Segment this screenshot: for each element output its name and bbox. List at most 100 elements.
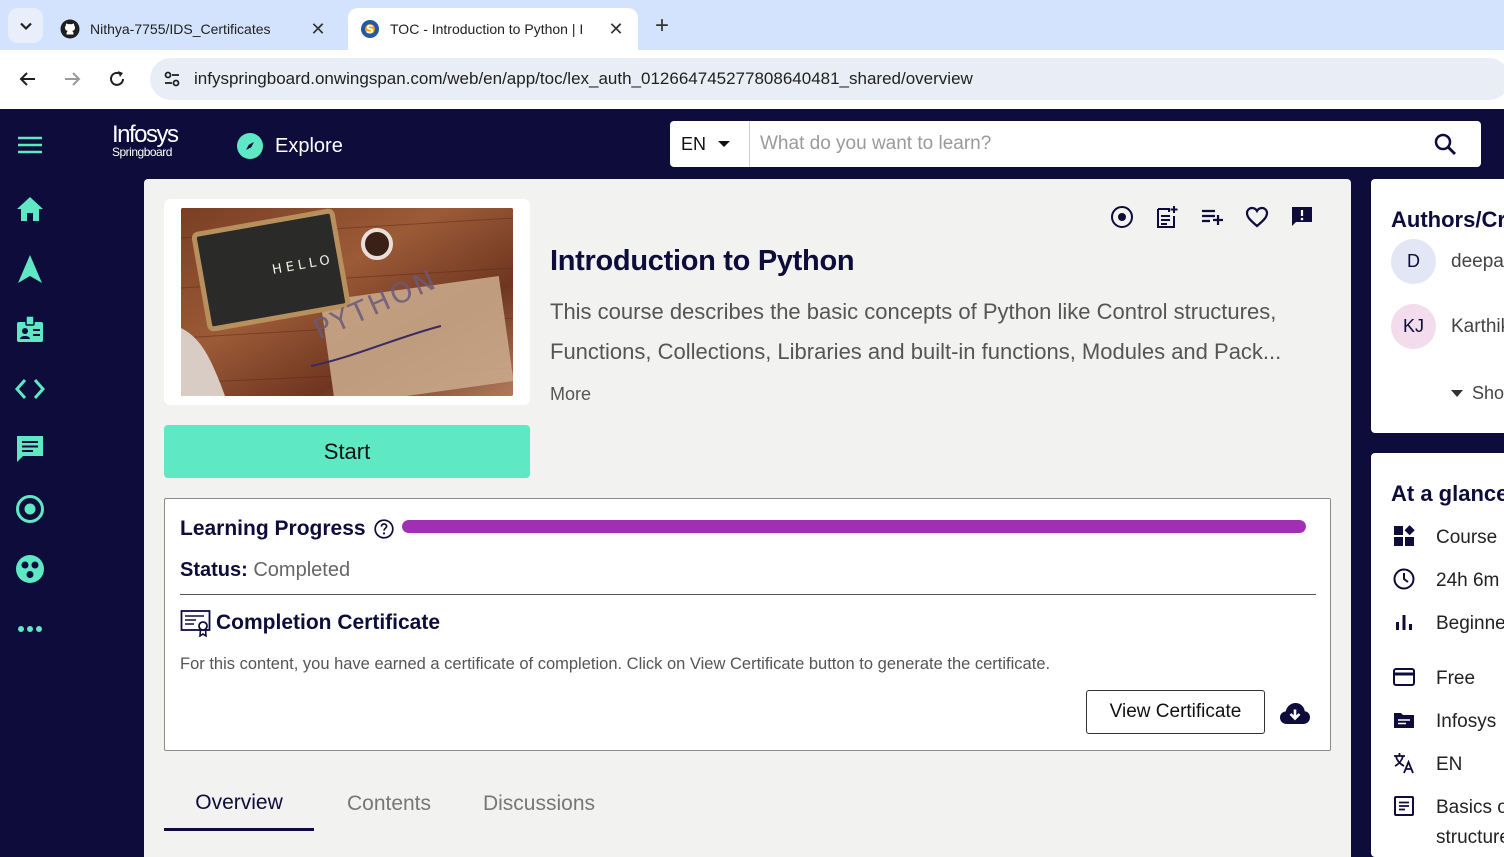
thumbnail-text-hello: HELLO [271, 252, 335, 278]
avatar: D [1391, 239, 1436, 284]
goal-icon[interactable] [1110, 205, 1134, 229]
folder-icon [1391, 707, 1417, 733]
course-image: HELLO PYTHON [181, 208, 513, 396]
view-certificate-button[interactable]: View Certificate [1086, 690, 1265, 734]
infosys-springboard-logo[interactable]: Infosys Springboard [112, 121, 179, 159]
progress-bar-fill [402, 520, 1306, 533]
close-icon[interactable]: ✕ [308, 19, 328, 39]
home-icon[interactable] [12, 191, 48, 227]
add-note-icon[interactable] [1155, 205, 1179, 229]
reload-button[interactable] [102, 64, 132, 94]
chat-icon[interactable] [12, 431, 48, 467]
address-bar[interactable]: infyspringboard.onwingspan.com/web/en/ap… [150, 58, 1504, 100]
author-name: Karthik [1451, 315, 1504, 337]
card-icon [1391, 664, 1417, 690]
code-icon[interactable] [12, 371, 48, 407]
glance-item-price: Free [1391, 664, 1475, 694]
browser-tab-github[interactable]: Nithya-7755/IDS_Certificates ✕ [48, 8, 340, 50]
avatar: KJ [1391, 304, 1436, 349]
topics-icon [1391, 793, 1417, 819]
target-icon[interactable] [12, 491, 48, 527]
cloud-download-icon[interactable] [1279, 701, 1311, 727]
glance-item-provider: Infosys [1391, 707, 1496, 737]
site-info-icon[interactable] [150, 58, 194, 100]
glance-text: Beginner [1436, 613, 1504, 634]
learning-progress-card: Learning Progress Status: Completed Comp… [164, 498, 1331, 751]
tab-overview[interactable]: Overview [164, 777, 314, 831]
glance-item-type: Course [1391, 523, 1497, 553]
arrow-right-icon [65, 72, 81, 86]
springboard-favicon: S [360, 19, 380, 39]
certificate-icon [180, 610, 211, 637]
menu-icon[interactable] [12, 127, 48, 163]
status-line: Status: Completed [180, 559, 350, 582]
thumbnail-text-python: PYTHON [308, 262, 442, 346]
status-value: Completed [253, 559, 351, 581]
author-name: deepa [1451, 250, 1504, 272]
search-button[interactable] [1409, 121, 1481, 167]
divider [180, 594, 1316, 595]
progress-bar [402, 520, 1306, 533]
heart-icon[interactable] [1245, 205, 1269, 229]
logo-line1: Infosys [112, 121, 179, 148]
course-thumbnail: HELLO PYTHON [164, 199, 530, 405]
forward-button[interactable] [57, 64, 87, 94]
community-icon[interactable] [12, 551, 48, 587]
course-title: Introduction to Python [550, 245, 855, 277]
search-bar: EN [670, 121, 1481, 167]
glance-text: Basics of [1436, 797, 1504, 818]
glance-text: Infosys [1436, 711, 1497, 732]
clock-icon [1391, 566, 1417, 592]
help-icon[interactable] [373, 519, 394, 539]
caret-down-icon [718, 141, 731, 147]
browser-tab-active[interactable]: S TOC - Introduction to Python | I ✕ [348, 8, 638, 50]
badge-icon[interactable] [12, 311, 48, 347]
translate-icon [1391, 750, 1417, 776]
compass-icon [237, 133, 263, 159]
course-main-panel: HELLO PYTHON Start Introduction to Pytho… [144, 179, 1351, 857]
caret-down-icon [1451, 390, 1463, 397]
start-button[interactable]: Start [164, 425, 530, 478]
explore-link[interactable]: Explore [237, 133, 343, 159]
tab-contents[interactable]: Contents [314, 777, 464, 831]
glance-text-block: Basics of structures [1436, 793, 1504, 853]
github-icon [60, 19, 80, 39]
tab-list-button[interactable] [8, 8, 43, 43]
status-label: Status: [180, 559, 248, 581]
svg-text:S: S [366, 23, 374, 36]
feedback-icon[interactable] [1290, 205, 1314, 229]
search-icon [1434, 133, 1456, 155]
more-icon[interactable] [12, 611, 48, 647]
search-input[interactable] [750, 122, 1409, 166]
browser-tab-bar: Nithya-7755/IDS_Certificates ✕ S TOC - I… [0, 0, 1504, 50]
author-item[interactable]: KJ Karthik [1391, 304, 1504, 349]
logo-line2: Springboard [112, 145, 172, 159]
new-tab-button[interactable]: + [648, 12, 676, 40]
glance-text: 24h 6m [1436, 570, 1500, 591]
authors-panel: Authors/Creators D deepa KJ Karthik Show… [1371, 179, 1504, 433]
close-icon[interactable]: ✕ [606, 19, 626, 39]
language-select[interactable]: EN [670, 121, 750, 167]
tab-title: Nithya-7755/IDS_Certificates [90, 21, 271, 37]
course-actions [1110, 205, 1314, 229]
content-tabs: Overview Contents Discussions [164, 777, 614, 831]
language-value: EN [681, 133, 707, 154]
completion-certificate-heading: Completion Certificate [180, 609, 440, 637]
category-icon [1391, 523, 1417, 549]
browser-toolbar: infyspringboard.onwingspan.com/web/en/ap… [0, 50, 1504, 109]
learning-progress-heading: Learning Progress [180, 517, 394, 541]
back-button[interactable] [13, 64, 43, 94]
glance-item-level: Beginner [1391, 609, 1504, 639]
tab-discussions[interactable]: Discussions [464, 777, 614, 831]
author-item[interactable]: D deepa [1391, 239, 1504, 284]
glance-text: EN [1436, 754, 1463, 775]
glance-text-line2: structures [1436, 827, 1504, 848]
more-link[interactable]: More [550, 384, 591, 405]
navigate-icon[interactable] [12, 251, 48, 287]
glance-item-duration: 24h 6m [1391, 566, 1499, 596]
course-description: This course describes the basic concepts… [550, 299, 1282, 364]
glance-item-topics: Basics of structures [1391, 793, 1504, 853]
learning-progress-label: Learning Progress [180, 517, 366, 540]
playlist-add-icon[interactable] [1200, 205, 1224, 229]
show-more-toggle[interactable]: Show more [1451, 383, 1504, 404]
